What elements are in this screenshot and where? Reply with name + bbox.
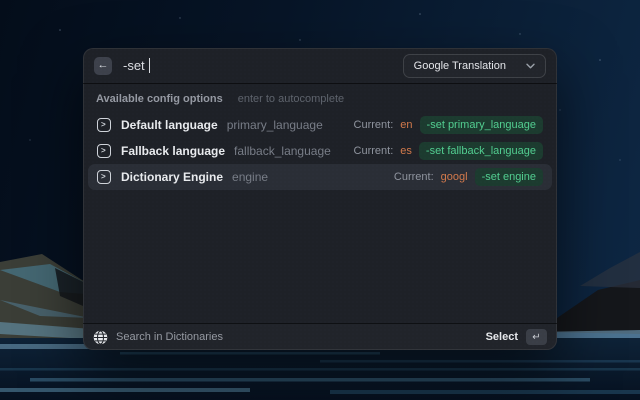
row-subtitle: fallback_language <box>234 144 331 158</box>
current-label: Current: <box>354 145 394 157</box>
config-options-list: > Default language primary_language Curr… <box>83 110 557 192</box>
list-item-default-language[interactable]: > Default language primary_language Curr… <box>88 112 552 138</box>
action-bar: Search in Dictionaries Select ↵ <box>83 323 557 350</box>
set-command-badge: -set engine <box>475 168 543 186</box>
row-subtitle: primary_language <box>227 118 323 132</box>
current-label: Current: <box>394 171 434 183</box>
current-value: googl <box>441 171 468 183</box>
text-cursor <box>149 58 150 73</box>
engine-dropdown[interactable]: Google Translation <box>403 54 546 78</box>
terminal-prompt-icon: > <box>97 118 111 132</box>
set-command-badge: -set primary_language <box>420 116 543 134</box>
search-bar: ← -set Google Translation <box>83 48 557 84</box>
set-command-badge: -set fallback_language <box>419 142 543 160</box>
list-item-dictionary-engine[interactable]: > Dictionary Engine engine Current: goog… <box>88 164 552 190</box>
section-header: Available config options enter to autoco… <box>83 84 557 110</box>
row-title: Default language <box>121 118 218 132</box>
current-value: en <box>400 119 412 131</box>
list-item-fallback-language[interactable]: > Fallback language fallback_language Cu… <box>88 138 552 164</box>
enter-key-hint: ↵ <box>526 329 547 345</box>
current-value: es <box>400 145 412 157</box>
row-title: Fallback language <box>121 144 225 158</box>
select-action-label[interactable]: Select <box>486 331 518 343</box>
engine-dropdown-value: Google Translation <box>414 60 506 72</box>
row-title: Dictionary Engine <box>121 170 223 184</box>
search-query: -set <box>123 58 145 73</box>
current-label: Current: <box>354 119 394 131</box>
terminal-prompt-icon: > <box>97 170 111 184</box>
row-subtitle: engine <box>232 170 268 184</box>
section-title: Available config options <box>96 93 223 105</box>
globe-app-icon <box>93 330 108 345</box>
back-arrow-icon: ← <box>98 60 109 71</box>
search-input[interactable]: -set <box>123 58 150 73</box>
footer-app-name: Search in Dictionaries <box>116 331 223 343</box>
section-hint: enter to autocomplete <box>238 93 344 105</box>
launcher-window: ← -set Google Translation Available conf… <box>83 48 557 350</box>
back-button[interactable]: ← <box>94 57 112 75</box>
chevron-down-icon <box>526 63 535 69</box>
terminal-prompt-icon: > <box>97 144 111 158</box>
